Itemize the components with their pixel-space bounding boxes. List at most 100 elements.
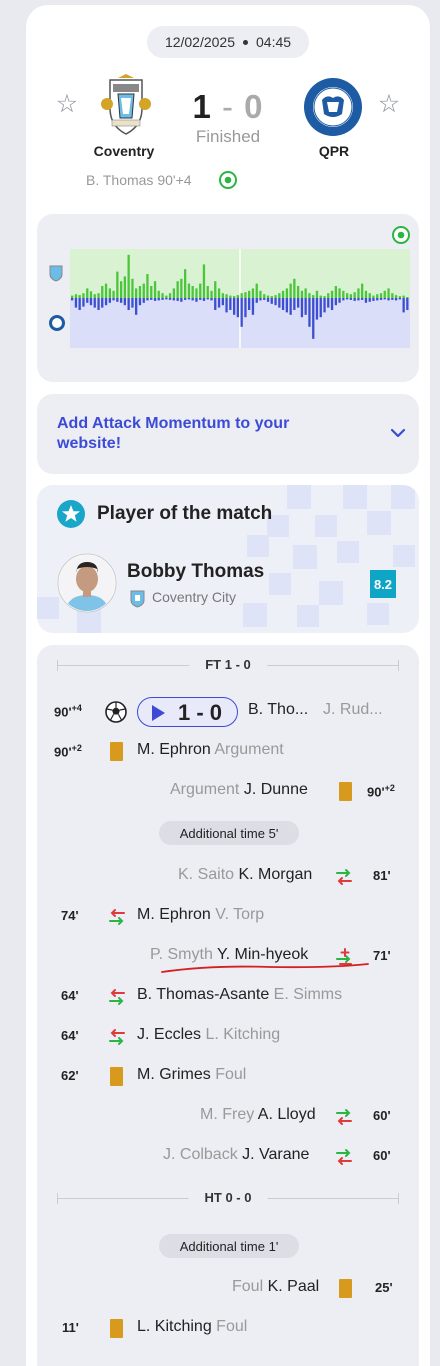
momentum-home-bar bbox=[157, 290, 160, 298]
momentum-away-bar bbox=[394, 298, 398, 301]
momentum-home-bar bbox=[297, 286, 300, 298]
player-avatar[interactable] bbox=[57, 553, 117, 613]
momentum-home-bar bbox=[135, 288, 138, 298]
substitution-row[interactable]: K. Saito K. Morgan 81' bbox=[37, 862, 419, 892]
yellow-card-icon bbox=[339, 1279, 352, 1298]
momentum-home-bar bbox=[353, 292, 356, 298]
substitution-icon bbox=[336, 869, 352, 885]
substitution-row[interactable]: 74' M. Ephron V. Torp bbox=[37, 902, 419, 932]
momentum-away-bar bbox=[184, 298, 187, 300]
momentum-away-bar bbox=[101, 298, 104, 308]
momentum-away-bar bbox=[387, 298, 390, 301]
separator-dot bbox=[243, 39, 249, 45]
favorite-home-star-icon[interactable]: ☆ bbox=[54, 91, 80, 117]
momentum-home-bar bbox=[285, 288, 288, 298]
momentum-home-bar bbox=[168, 293, 172, 298]
substitution-players[interactable]: B. Thomas-Asante E. Simms bbox=[137, 986, 342, 1004]
card-player[interactable]: Foul K. Paal bbox=[232, 1278, 319, 1296]
goal-incident-row[interactable]: 90'+4 1 - 0 B. Tho... J. Rud... bbox=[37, 697, 419, 727]
substitution-players[interactable]: K. Saito K. Morgan bbox=[178, 866, 312, 884]
momentum-home-bar bbox=[248, 290, 251, 298]
momentum-home-bar bbox=[236, 295, 239, 298]
card-incident-row[interactable]: 90'+2 M. Ephron Argument bbox=[37, 737, 419, 767]
qpr-crest-icon[interactable] bbox=[302, 76, 364, 138]
substitution-row[interactable]: 64' B. Thomas-Asante E. Simms bbox=[37, 982, 419, 1012]
substitution-players[interactable]: M. Ephron V. Torp bbox=[137, 906, 264, 924]
momentum-away-bar bbox=[270, 298, 273, 304]
incidents-list: FT 1 - 0 90'+4 1 - 0 B. Tho... J. Rud...… bbox=[37, 645, 419, 1366]
halftime-divider: HT 0 - 0 bbox=[57, 1189, 399, 1209]
momentum-away-bar bbox=[108, 298, 111, 303]
momentum-away-bar bbox=[323, 298, 326, 313]
card-player[interactable]: L. Kitching Foul bbox=[137, 1318, 247, 1336]
chevron-down-icon[interactable] bbox=[389, 424, 407, 442]
momentum-home-bar bbox=[82, 293, 85, 298]
goal-assist[interactable]: J. Rud... bbox=[323, 701, 383, 719]
card-incident-row[interactable]: 11' L. Kitching Foul bbox=[37, 1314, 419, 1344]
card-incident-row[interactable]: Argument J. Dunne 90'+2 bbox=[37, 777, 419, 807]
momentum-away-bar bbox=[244, 298, 247, 318]
potm-team-name: Coventry City bbox=[152, 589, 237, 605]
momentum-away-bar bbox=[330, 298, 334, 310]
substitution-players[interactable]: J. Eccles L. Kitching bbox=[137, 1026, 280, 1044]
substitution-players[interactable]: M. Frey A. Lloyd bbox=[200, 1106, 316, 1124]
momentum-away-bar bbox=[199, 298, 202, 300]
momentum-away-bar bbox=[165, 298, 168, 300]
favorite-away-star-icon[interactable]: ☆ bbox=[376, 91, 402, 117]
momentum-home-bar bbox=[346, 293, 349, 298]
attack-momentum-promo[interactable]: Add Attack Momentum to your website! bbox=[37, 394, 419, 474]
momentum-home-bar bbox=[315, 290, 319, 298]
football-icon bbox=[105, 701, 127, 723]
additional-time-pill: Additional time 1' bbox=[159, 1234, 299, 1258]
momentum-home-bar bbox=[240, 293, 243, 298]
card-player[interactable]: Argument J. Dunne bbox=[170, 781, 308, 799]
momentum-away-bar bbox=[89, 298, 93, 306]
card-player[interactable]: M. Ephron Argument bbox=[137, 741, 284, 759]
momentum-home-bar bbox=[364, 290, 368, 298]
momentum-away-bar bbox=[180, 298, 183, 302]
substitution-row[interactable]: 64' J. Eccles L. Kitching bbox=[37, 1022, 419, 1052]
momentum-away-bar bbox=[281, 298, 285, 310]
momentum-goal-icon bbox=[392, 226, 410, 244]
player-of-the-match-card[interactable]: Player of the match Bobby Thomas Coventr… bbox=[37, 485, 419, 633]
momentum-home-bar bbox=[206, 286, 209, 298]
incident-minute: 81' bbox=[373, 868, 391, 883]
momentum-home-bar bbox=[312, 295, 315, 298]
momentum-away-bar bbox=[71, 298, 74, 301]
momentum-graph[interactable] bbox=[37, 214, 419, 382]
potm-player-name[interactable]: Bobby Thomas bbox=[127, 561, 264, 583]
home-team-name[interactable]: Coventry bbox=[84, 143, 164, 159]
momentum-away-bar bbox=[240, 298, 243, 327]
substitution-row[interactable]: J. Colback J. Varane 60' bbox=[37, 1142, 419, 1172]
card-incident-row[interactable]: 62' M. Grimes Foul bbox=[37, 1062, 419, 1092]
momentum-home-bar bbox=[372, 295, 375, 298]
incident-minute: 71' bbox=[373, 948, 391, 963]
coventry-crest-icon[interactable] bbox=[96, 74, 156, 138]
momentum-away-bar bbox=[97, 298, 100, 310]
momentum-home-bar bbox=[112, 290, 115, 298]
goal-highlight-button[interactable]: 1 - 0 bbox=[137, 697, 238, 727]
momentum-away-bar bbox=[278, 298, 281, 308]
momentum-away-bar bbox=[176, 298, 179, 301]
momentum-away-bar bbox=[150, 298, 153, 300]
momentum-away-bar bbox=[372, 298, 375, 301]
substitution-row[interactable]: M. Frey A. Lloyd 60' bbox=[37, 1102, 419, 1132]
substitution-players[interactable]: J. Colback J. Varane bbox=[163, 1146, 309, 1164]
momentum-home-bar bbox=[104, 283, 108, 298]
away-team-name[interactable]: QPR bbox=[294, 143, 374, 159]
attack-momentum-label[interactable]: Add Attack Momentum to your website! bbox=[57, 414, 327, 454]
momentum-away-bar bbox=[259, 298, 262, 301]
yellow-card-icon bbox=[110, 1067, 123, 1086]
goal-scorer[interactable]: B. Tho... bbox=[248, 701, 308, 719]
momentum-away-bar bbox=[82, 298, 85, 307]
momentum-home-bar bbox=[225, 294, 228, 298]
momentum-away-bar bbox=[138, 298, 142, 306]
momentum-home-bar bbox=[89, 291, 93, 298]
substitution-icon bbox=[109, 909, 125, 925]
momentum-home-bar bbox=[278, 293, 281, 298]
momentum-away-bar bbox=[391, 298, 394, 300]
momentum-home-bar bbox=[217, 288, 221, 298]
card-incident-row[interactable]: Foul K. Paal 25' bbox=[37, 1274, 419, 1304]
substitution-icon bbox=[109, 1029, 125, 1045]
card-player[interactable]: M. Grimes Foul bbox=[137, 1066, 246, 1084]
